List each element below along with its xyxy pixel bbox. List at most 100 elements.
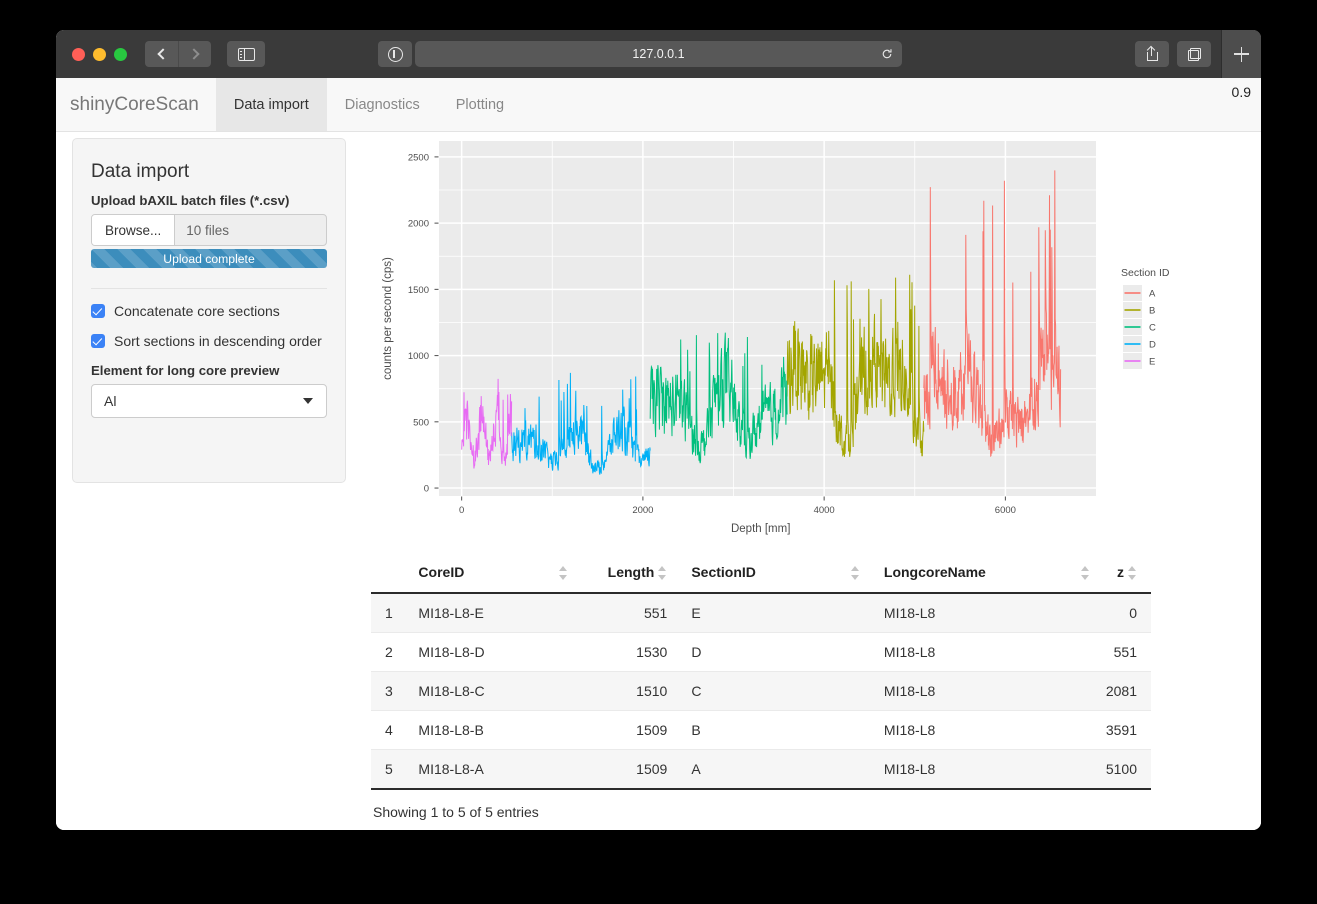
legend-label-A: A [1149, 289, 1156, 300]
cell-length: 551 [584, 593, 676, 634]
column-header-coreid[interactable]: CoreID [410, 556, 585, 595]
table-body: 1 MI18-L8-E 551 E MI18-L8 0 2 MI18-L8-D 1530 D MI1… [371, 593, 1151, 791]
browse-button[interactable]: Browse... [92, 215, 176, 245]
cell-sectionid: A [675, 749, 868, 791]
column-header-z[interactable]: z [1097, 556, 1151, 595]
column-header-longcorename[interactable]: LongcoreName [867, 556, 1098, 595]
maximize-window-button[interactable] [114, 47, 127, 61]
table-row[interactable]: 1 MI18-L8-E 551 E MI18-L8 0 [371, 593, 1151, 634]
column-header-index [371, 556, 411, 595]
table-row[interactable]: 2 MI18-L8-D 1530 D MI18-L8 551 [371, 632, 1151, 673]
tab-diagnostics[interactable]: Diagnostics [327, 78, 438, 131]
element-select-value: Al [104, 393, 117, 409]
legend-label-D: D [1149, 340, 1156, 351]
sort-icon[interactable] [1080, 566, 1090, 581]
reload-icon[interactable] [881, 48, 893, 60]
y-tick-label: 500 [413, 417, 429, 428]
checkbox-sort-sections-descending[interactable]: Sort sections in descending order [91, 333, 327, 349]
legend-label-C: C [1149, 323, 1156, 334]
cell-coreid: MI18-L8-D [410, 632, 585, 673]
toolbar-right-buttons [1135, 41, 1211, 67]
cell-longcorename: MI18-L8 [867, 710, 1098, 751]
chevron-left-icon [157, 48, 169, 60]
upload-label: Upload bAXIL batch files (*.csv) [91, 193, 290, 208]
column-header-length[interactable]: Length [584, 556, 676, 595]
address-bar[interactable]: 127.0.0.1 [415, 41, 902, 67]
sidebar-toggle-icon [237, 47, 255, 61]
y-tick-label: 1500 [408, 285, 429, 296]
cell-z: 0 [1097, 593, 1151, 634]
upload-progress-bar: Upload complete [91, 249, 327, 268]
cell-z: 3591 [1097, 710, 1151, 751]
core-sections-table: CoreID Length SectionID LongcoreName z 1… [371, 556, 1151, 820]
cell-coreid: MI18-L8-C [410, 671, 585, 712]
panel-title: Data import [91, 161, 190, 182]
checkbox-concatenate-core-sections[interactable]: Concatenate core sections [91, 303, 327, 319]
tab-data-import[interactable]: Data import [215, 78, 327, 131]
cell-sectionid: D [675, 632, 868, 673]
cell-longcorename: MI18-L8 [867, 632, 1098, 673]
legend-title: Section ID [1121, 267, 1170, 279]
cell-index: 4 [371, 710, 411, 751]
cell-z: 2081 [1097, 671, 1151, 712]
cell-index: 1 [371, 593, 411, 634]
cell-index: 2 [371, 632, 411, 673]
privacy-report-button[interactable] [378, 41, 412, 67]
element-select-label: Element for long core preview [91, 363, 280, 378]
address-bar-url: 127.0.0.1 [632, 47, 685, 61]
sort-icon[interactable] [1128, 566, 1137, 581]
show-tabs-button[interactable] [1177, 41, 1211, 67]
app-brand[interactable]: shinyCoreScan [56, 78, 216, 131]
cell-length: 1530 [584, 632, 676, 673]
chevron-right-icon [187, 48, 200, 60]
navigation-buttons [145, 41, 211, 67]
back-button[interactable] [145, 41, 178, 67]
cell-coreid: MI18-L8-A [410, 749, 585, 791]
y-axis-label: counts per second (cps) [382, 257, 394, 380]
sort-icon[interactable] [658, 566, 667, 581]
cell-longcorename: MI18-L8 [867, 671, 1098, 712]
sort-icon[interactable] [559, 566, 568, 581]
cell-length: 1509 [584, 710, 676, 751]
chart-svg: 0 500 1000 1500 2000 2500 0 2000 4000 6000 Depth [… [382, 141, 1170, 535]
y-tick-label: 2000 [408, 219, 429, 230]
browser-titlebar: 127.0.0.1 [56, 30, 1261, 78]
cell-coreid: MI18-L8-E [410, 593, 585, 634]
y-tick-label: 1000 [408, 351, 429, 362]
minimize-window-button[interactable] [93, 47, 106, 61]
cell-index: 3 [371, 671, 411, 712]
cell-length: 1510 [584, 671, 676, 712]
app-version-label: 0.9 [1231, 84, 1251, 100]
data-import-panel: Data import Upload bAXIL batch files (*.… [72, 138, 346, 483]
checkbox-icon[interactable] [91, 304, 105, 318]
column-header-sectionid[interactable]: SectionID [675, 556, 868, 595]
table-entries-info: Showing 1 to 5 of 5 entries [373, 804, 539, 821]
new-tab-button[interactable] [1221, 30, 1261, 78]
plus-icon [1234, 46, 1249, 62]
cell-index: 5 [371, 749, 411, 791]
page-content: shinyCoreScan Data import Diagnostics Pl… [56, 78, 1261, 830]
data-table: CoreID Length SectionID LongcoreName z 1… [371, 556, 1151, 791]
x-tick-label: 0 [459, 505, 464, 516]
checkbox-icon[interactable] [91, 334, 105, 348]
chart-panel-background [439, 141, 1096, 496]
cell-sectionid: B [675, 710, 868, 751]
sidebar-toggle-button[interactable] [227, 41, 265, 67]
file-input[interactable]: Browse... 10 files [91, 214, 327, 246]
element-select[interactable]: Al [91, 384, 327, 418]
panel-divider [91, 288, 327, 289]
selected-files-label: 10 files [186, 222, 230, 238]
tab-plotting[interactable]: Plotting [438, 78, 522, 131]
forward-button[interactable] [178, 41, 211, 67]
long-core-preview-chart: 0 500 1000 1500 2000 2500 0 2000 4000 6000 Depth [… [371, 136, 1201, 536]
close-window-button[interactable] [72, 47, 85, 61]
cell-sectionid: C [675, 671, 868, 712]
table-row[interactable]: 4 MI18-L8-B 1509 B MI18-L8 3591 [371, 710, 1151, 751]
table-row[interactable]: 3 MI18-L8-C 1510 C MI18-L8 2081 [371, 671, 1151, 712]
checkbox-label: Sort sections in descending order [114, 333, 322, 349]
cell-z: 551 [1097, 632, 1151, 673]
sort-icon[interactable] [850, 566, 860, 581]
share-button[interactable] [1135, 41, 1169, 67]
table-row[interactable]: 5 MI18-L8-A 1509 A MI18-L8 5100 [371, 749, 1151, 791]
legend-label-B: B [1149, 306, 1155, 317]
